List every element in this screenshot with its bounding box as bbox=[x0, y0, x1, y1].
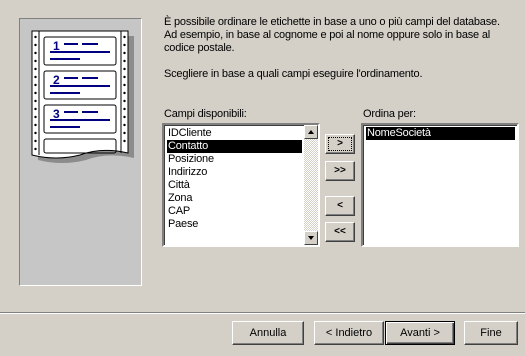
next-button[interactable]: Avanti > bbox=[385, 321, 455, 345]
add-all-fields-button[interactable]: >> bbox=[325, 161, 355, 181]
list-item[interactable]: CAP bbox=[167, 205, 190, 218]
available-fields-label: Campi disponibili: bbox=[164, 108, 247, 120]
label-number-2: 2 bbox=[53, 73, 60, 87]
back-label: < Indietro bbox=[325, 327, 373, 339]
list-item[interactable]: Posizione bbox=[167, 153, 214, 166]
scroll-up-button[interactable] bbox=[304, 125, 318, 139]
sort-prompt: Scegliere in base a quali campi eseguire… bbox=[164, 68, 423, 80]
finish-label: Fine bbox=[480, 327, 502, 339]
list-item[interactable]: Zona bbox=[167, 192, 192, 205]
add-field-button[interactable]: > bbox=[325, 134, 355, 154]
label-sheet-graphic bbox=[31, 30, 134, 163]
label-illustration: 1 2 3 bbox=[19, 18, 142, 286]
list-item[interactable]: IDCliente bbox=[167, 127, 212, 140]
cancel-button[interactable]: Annulla bbox=[232, 321, 304, 345]
sort-by-list[interactable]: NomeSocietà bbox=[361, 123, 519, 247]
list-item[interactable]: Paese bbox=[167, 218, 198, 231]
remove-all-label: << bbox=[334, 226, 346, 237]
scroll-down-button[interactable] bbox=[304, 231, 318, 245]
add-all-label: >> bbox=[334, 165, 346, 176]
available-fields-scrollbar[interactable] bbox=[304, 125, 318, 245]
finish-button[interactable]: Fine bbox=[464, 321, 518, 345]
description-line-2: Ad esempio, in base al cognome e poi al … bbox=[164, 29, 490, 41]
arrow-down-icon bbox=[308, 236, 314, 240]
list-item[interactable]: Città bbox=[167, 179, 190, 192]
label-number-3: 3 bbox=[53, 107, 60, 121]
remove-field-label: < bbox=[337, 200, 343, 211]
label-number-1: 1 bbox=[53, 39, 60, 53]
next-label: Avanti > bbox=[400, 327, 440, 339]
available-fields-list[interactable]: IDCliente Contatto Posizione Indirizzo C… bbox=[162, 123, 320, 247]
description-line-3: codice postale. bbox=[164, 42, 235, 54]
list-item[interactable]: Contatto bbox=[167, 140, 302, 153]
add-field-label: > bbox=[337, 138, 343, 149]
remove-field-button[interactable]: < bbox=[325, 196, 355, 216]
footer-divider bbox=[0, 312, 525, 314]
list-item[interactable]: NomeSocietà bbox=[366, 127, 515, 140]
cancel-label: Annulla bbox=[249, 327, 287, 339]
remove-all-fields-button[interactable]: << bbox=[325, 222, 355, 242]
list-item[interactable]: Indirizzo bbox=[167, 166, 207, 179]
sort-by-label: Ordina per: bbox=[363, 108, 416, 120]
arrow-up-icon bbox=[308, 130, 314, 134]
back-button[interactable]: < Indietro bbox=[314, 321, 384, 345]
description-line-1: È possibile ordinare le etichette in bas… bbox=[164, 16, 500, 28]
